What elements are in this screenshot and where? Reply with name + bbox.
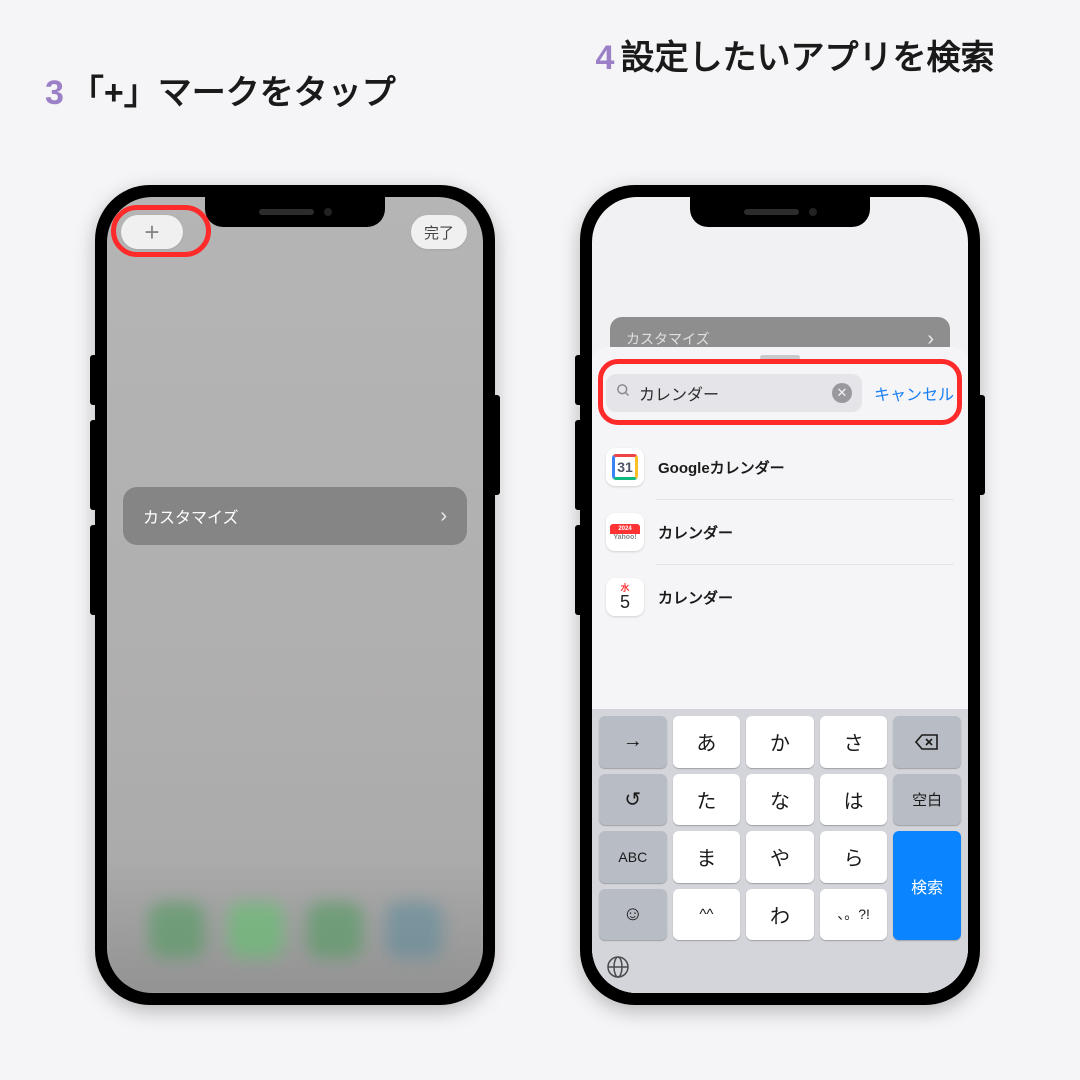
dock-app-icon <box>307 902 363 958</box>
step-text: 設定したいアプリを検索 <box>620 39 994 77</box>
result-label: カレンダー <box>658 522 733 543</box>
notch <box>205 197 385 227</box>
key-kaomoji[interactable]: ^^ <box>673 889 741 941</box>
instruction-4: 4設定したいアプリを検索 <box>545 35 1045 83</box>
screen-widget-edit: + 完了 カスタマイズ › <box>107 197 483 993</box>
dock <box>107 902 483 958</box>
key-wa[interactable]: わ <box>746 889 814 941</box>
search-input[interactable]: カレンダー ✕ <box>606 374 862 412</box>
keyboard: → あ か さ ↺ た な は 空白 ABC ま や ら 検索 <box>592 709 968 993</box>
key-a[interactable]: あ <box>673 716 741 768</box>
key-punctuation[interactable]: 、。?! <box>820 889 888 941</box>
dock-app-icon <box>386 902 442 958</box>
key-emoji[interactable]: ☺ <box>599 889 667 941</box>
apple-calendar-icon: 水 5 <box>606 578 644 616</box>
plus-icon: + <box>144 217 159 248</box>
search-results: 31 Googleカレンダー 2024 Yahoo! カレンダー 水 <box>606 435 954 629</box>
key-sa[interactable]: さ <box>820 716 888 768</box>
dock-app-icon <box>228 902 284 958</box>
key-ra[interactable]: ら <box>820 831 888 883</box>
cancel-button[interactable]: キャンセル <box>874 381 954 405</box>
key-abc[interactable]: ABC <box>599 831 667 883</box>
search-row: カレンダー ✕ キャンセル <box>606 373 954 413</box>
step-number: 3 <box>45 74 64 112</box>
chevron-right-icon: › <box>440 505 447 528</box>
customize-row[interactable]: カスタマイズ › <box>123 487 467 545</box>
screen-widget-search: カスタマイズ › カレンダー ✕ キャンセル 31 <box>592 197 968 993</box>
result-label: Googleカレンダー <box>658 457 785 478</box>
sheet-grabber[interactable] <box>760 355 800 360</box>
key-ha[interactable]: は <box>820 774 888 826</box>
key-space[interactable]: 空白 <box>893 774 961 826</box>
google-calendar-icon: 31 <box>606 448 644 486</box>
key-na[interactable]: な <box>746 774 814 826</box>
result-label: カレンダー <box>658 587 733 608</box>
key-backspace[interactable] <box>893 716 961 768</box>
globe-icon[interactable] <box>606 955 630 985</box>
clear-search-button[interactable]: ✕ <box>832 383 852 403</box>
add-widget-button[interactable]: + <box>121 215 183 249</box>
result-item-google-calendar[interactable]: 31 Googleカレンダー <box>606 435 954 499</box>
keyboard-bottom-bar <box>592 947 968 993</box>
yahoo-calendar-icon: 2024 Yahoo! <box>606 513 644 551</box>
step-text: 「+」マークをタップ <box>70 74 396 112</box>
search-value: カレンダー <box>639 381 824 405</box>
search-icon <box>616 383 631 403</box>
key-ka[interactable]: か <box>746 716 814 768</box>
notch <box>690 197 870 227</box>
dock-app-icon <box>149 902 205 958</box>
result-item-yahoo-calendar[interactable]: 2024 Yahoo! カレンダー <box>606 500 954 564</box>
key-undo[interactable]: ↺ <box>599 774 667 826</box>
result-item-apple-calendar[interactable]: 水 5 カレンダー <box>606 565 954 629</box>
done-button[interactable]: 完了 <box>411 215 467 249</box>
key-search[interactable]: 検索 <box>893 831 961 940</box>
step-number: 4 <box>596 39 615 77</box>
key-ma[interactable]: ま <box>673 831 741 883</box>
phone-frame-left: + 完了 カスタマイズ › <box>95 185 495 1005</box>
key-next-candidate[interactable]: → <box>599 716 667 768</box>
key-ta[interactable]: た <box>673 774 741 826</box>
phone-frame-right: カスタマイズ › カレンダー ✕ キャンセル 31 <box>580 185 980 1005</box>
search-sheet: カレンダー ✕ キャンセル 31 Googleカレンダー 2024 Yahoo! <box>592 347 968 993</box>
instruction-3: 3「+」マークをタップ <box>45 65 396 114</box>
key-ya[interactable]: や <box>746 831 814 883</box>
customize-label: カスタマイズ <box>143 504 239 528</box>
